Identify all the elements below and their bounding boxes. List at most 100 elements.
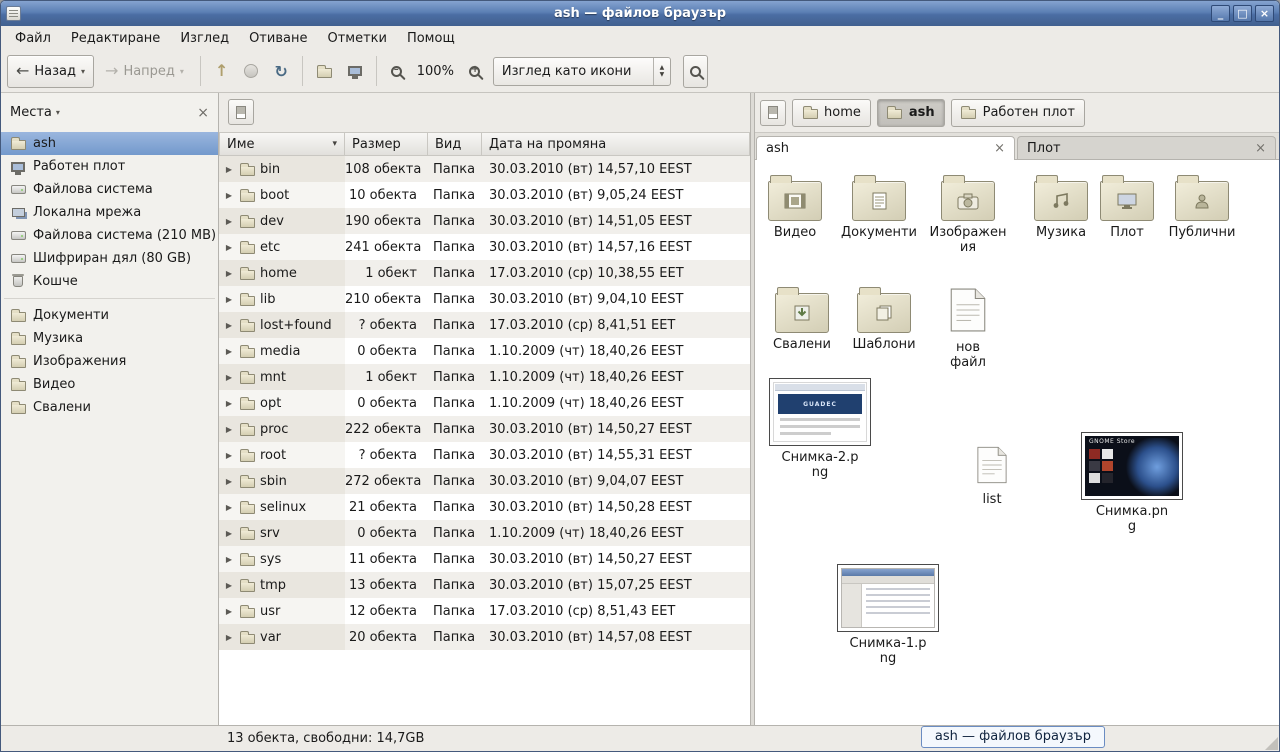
maximize-button[interactable]: □ xyxy=(1233,5,1252,22)
back-button[interactable]: ← Назад ▾ xyxy=(7,55,94,88)
back-dropdown-icon[interactable]: ▾ xyxy=(81,67,85,76)
table-row-srv[interactable]: ▶srv0 обектаПапка1.10.2009 (чт) 18,40,26… xyxy=(219,520,750,546)
sidebar-item-filesystem[interactable]: Файлова система xyxy=(1,178,218,201)
expander-icon[interactable]: ▶ xyxy=(224,399,234,408)
breadcrumb-home[interactable]: home xyxy=(792,99,871,127)
file-item-music[interactable]: Музика xyxy=(1027,174,1095,241)
stop-button[interactable] xyxy=(237,55,265,88)
places-dropdown-icon[interactable]: ▾ xyxy=(56,108,60,117)
file-item-snimka-1[interactable]: Снимка-1.png xyxy=(835,564,941,667)
close-tab-icon[interactable]: × xyxy=(986,142,1005,155)
expander-icon[interactable]: ▶ xyxy=(224,529,234,538)
table-row-dev[interactable]: ▶dev190 обектаПапка30.03.2010 (вт) 14,51… xyxy=(219,208,750,234)
close-button[interactable]: × xyxy=(1255,5,1274,22)
computer-button[interactable] xyxy=(341,55,369,88)
sidebar-item-music[interactable]: Музика xyxy=(1,327,218,350)
expander-icon[interactable]: ▶ xyxy=(224,165,234,174)
table-row-mnt[interactable]: ▶mnt1 обектПапка1.10.2009 (чт) 18,40,26 … xyxy=(219,364,750,390)
up-button[interactable]: ↑ xyxy=(208,55,235,88)
places-label[interactable]: Места xyxy=(10,105,52,120)
titlebar[interactable]: ash — файлов браузър _ □ × xyxy=(1,1,1279,26)
file-item-list[interactable]: list xyxy=(960,446,1024,508)
file-item-snimka-2[interactable]: GUADECСнимка-2.png xyxy=(767,378,873,481)
file-item-public[interactable]: Публични xyxy=(1166,174,1238,241)
expander-icon[interactable]: ▶ xyxy=(224,295,234,304)
table-row-etc[interactable]: ▶etc241 обектаПапка30.03.2010 (вт) 14,57… xyxy=(219,234,750,260)
zoom-in-button[interactable] xyxy=(462,55,487,88)
table-row-proc[interactable]: ▶proc222 обектаПапка30.03.2010 (вт) 14,5… xyxy=(219,416,750,442)
table-row-home[interactable]: ▶home1 обектПапка17.03.2010 (ср) 10,38,5… xyxy=(219,260,750,286)
sidebar-item-video[interactable]: Видео xyxy=(1,373,218,396)
sidebar-item-trash[interactable]: Кошче xyxy=(1,270,218,293)
table-row-var[interactable]: ▶var20 обектаПапка30.03.2010 (вт) 14,57,… xyxy=(219,624,750,650)
breadcrumb-desktop[interactable]: Работен плот xyxy=(951,99,1085,127)
expander-icon[interactable]: ▶ xyxy=(224,269,234,278)
view-mode-select[interactable]: Изглед като икони ▲▼ xyxy=(493,57,671,86)
sidebar-item-desktop[interactable]: Работен плот xyxy=(1,155,218,178)
table-row-selinux[interactable]: ▶selinux21 обектаПапка30.03.2010 (вт) 14… xyxy=(219,494,750,520)
file-item-downloads[interactable]: Свалени xyxy=(768,286,836,353)
table-row-sys[interactable]: ▶sys11 обектаПапка30.03.2010 (вт) 14,50,… xyxy=(219,546,750,572)
minimize-button[interactable]: _ xyxy=(1211,5,1230,22)
menu-item-bookmarks[interactable]: Отметки xyxy=(317,28,396,49)
table-row-lib[interactable]: ▶lib210 обектаПапка30.03.2010 (вт) 9,04,… xyxy=(219,286,750,312)
expander-icon[interactable]: ▶ xyxy=(224,347,234,356)
table-row-tmp[interactable]: ▶tmp13 обектаПапка30.03.2010 (вт) 15,07,… xyxy=(219,572,750,598)
search-button[interactable] xyxy=(683,55,708,88)
zoom-out-button[interactable] xyxy=(384,55,409,88)
file-item-documents[interactable]: Документи xyxy=(845,174,913,241)
menu-item-view[interactable]: Изглед xyxy=(170,28,239,49)
sidebar-item-ash[interactable]: ash xyxy=(1,132,218,155)
table-row-sbin[interactable]: ▶sbin272 обектаПапка30.03.2010 (вт) 9,04… xyxy=(219,468,750,494)
expander-icon[interactable]: ▶ xyxy=(224,451,234,460)
tab-plot[interactable]: Плот× xyxy=(1017,136,1276,159)
expander-icon[interactable]: ▶ xyxy=(224,217,234,226)
sidebar-item-documents[interactable]: Документи xyxy=(1,304,218,327)
expander-icon[interactable]: ▶ xyxy=(224,191,234,200)
file-item-desktop[interactable]: Плот xyxy=(1095,174,1159,241)
table-row-bin[interactable]: ▶bin108 обектаПапка30.03.2010 (вт) 14,57… xyxy=(219,156,750,182)
table-row-lost+found[interactable]: ▶lost+found? обектаПапка17.03.2010 (ср) … xyxy=(219,312,750,338)
close-sidebar-button[interactable]: × xyxy=(197,106,209,120)
file-item-templates[interactable]: Шаблони xyxy=(850,286,918,353)
sidebar-item-filesystem-210mb[interactable]: Файлова система (210 MB) xyxy=(1,224,218,247)
expander-icon[interactable]: ▶ xyxy=(224,555,234,564)
column-header-type[interactable]: Вид xyxy=(428,132,482,156)
icon-view[interactable]: ВидеоДокументи Изображения МузикаПлотПубли… xyxy=(755,160,1279,725)
table-row-usr[interactable]: ▶usr12 обектаПапка17.03.2010 (ср) 8,51,4… xyxy=(219,598,750,624)
home-button[interactable] xyxy=(310,55,339,88)
table-row-media[interactable]: ▶media0 обектаПапка1.10.2009 (чт) 18,40,… xyxy=(219,338,750,364)
reload-button[interactable]: ↻ xyxy=(267,55,294,88)
menu-item-help[interactable]: Помощ xyxy=(397,28,465,49)
expander-icon[interactable]: ▶ xyxy=(224,243,234,252)
sidebar-item-encrypted-80gb[interactable]: Шифриран дял (80 GB) xyxy=(1,247,218,270)
column-header-size[interactable]: Размер xyxy=(345,132,428,156)
menu-item-go[interactable]: Отиване xyxy=(239,28,317,49)
column-header-modified[interactable]: Дата на промяна xyxy=(482,132,750,156)
sidebar-item-downloads[interactable]: Свалени xyxy=(1,396,218,419)
file-item-pictures[interactable]: Изображения xyxy=(930,174,1006,256)
expander-icon[interactable]: ▶ xyxy=(224,321,234,330)
column-header-name[interactable]: Име▾ xyxy=(219,132,345,156)
table-row-boot[interactable]: ▶boot10 обектаПапка30.03.2010 (вт) 9,05,… xyxy=(219,182,750,208)
file-item-new-file[interactable]: нов файл xyxy=(936,288,1000,371)
location-entry-toggle-button[interactable] xyxy=(760,100,786,126)
location-entry-toggle-button[interactable] xyxy=(228,99,254,125)
window-list-tooltip[interactable]: ash — файлов браузър xyxy=(921,726,1105,748)
resize-grip[interactable] xyxy=(1265,737,1278,750)
expander-icon[interactable]: ▶ xyxy=(224,633,234,642)
expander-icon[interactable]: ▶ xyxy=(224,477,234,486)
expander-icon[interactable]: ▶ xyxy=(224,425,234,434)
menu-item-file[interactable]: Файл xyxy=(5,28,61,49)
menu-item-edit[interactable]: Редактиране xyxy=(61,28,170,49)
table-row-root[interactable]: ▶root? обектаПапка30.03.2010 (вт) 14,55,… xyxy=(219,442,750,468)
table-row-opt[interactable]: ▶opt0 обектаПапка1.10.2009 (чт) 18,40,26… xyxy=(219,390,750,416)
sidebar-item-local-network[interactable]: Локална мрежа xyxy=(1,201,218,224)
forward-button[interactable]: → Напред ▾ xyxy=(96,55,193,88)
expander-icon[interactable]: ▶ xyxy=(224,607,234,616)
close-tab-icon[interactable]: × xyxy=(1247,142,1266,155)
file-item-video[interactable]: Видео xyxy=(761,174,829,241)
expander-icon[interactable]: ▶ xyxy=(224,581,234,590)
expander-icon[interactable]: ▶ xyxy=(224,503,234,512)
tab-ash[interactable]: ash× xyxy=(756,136,1015,160)
